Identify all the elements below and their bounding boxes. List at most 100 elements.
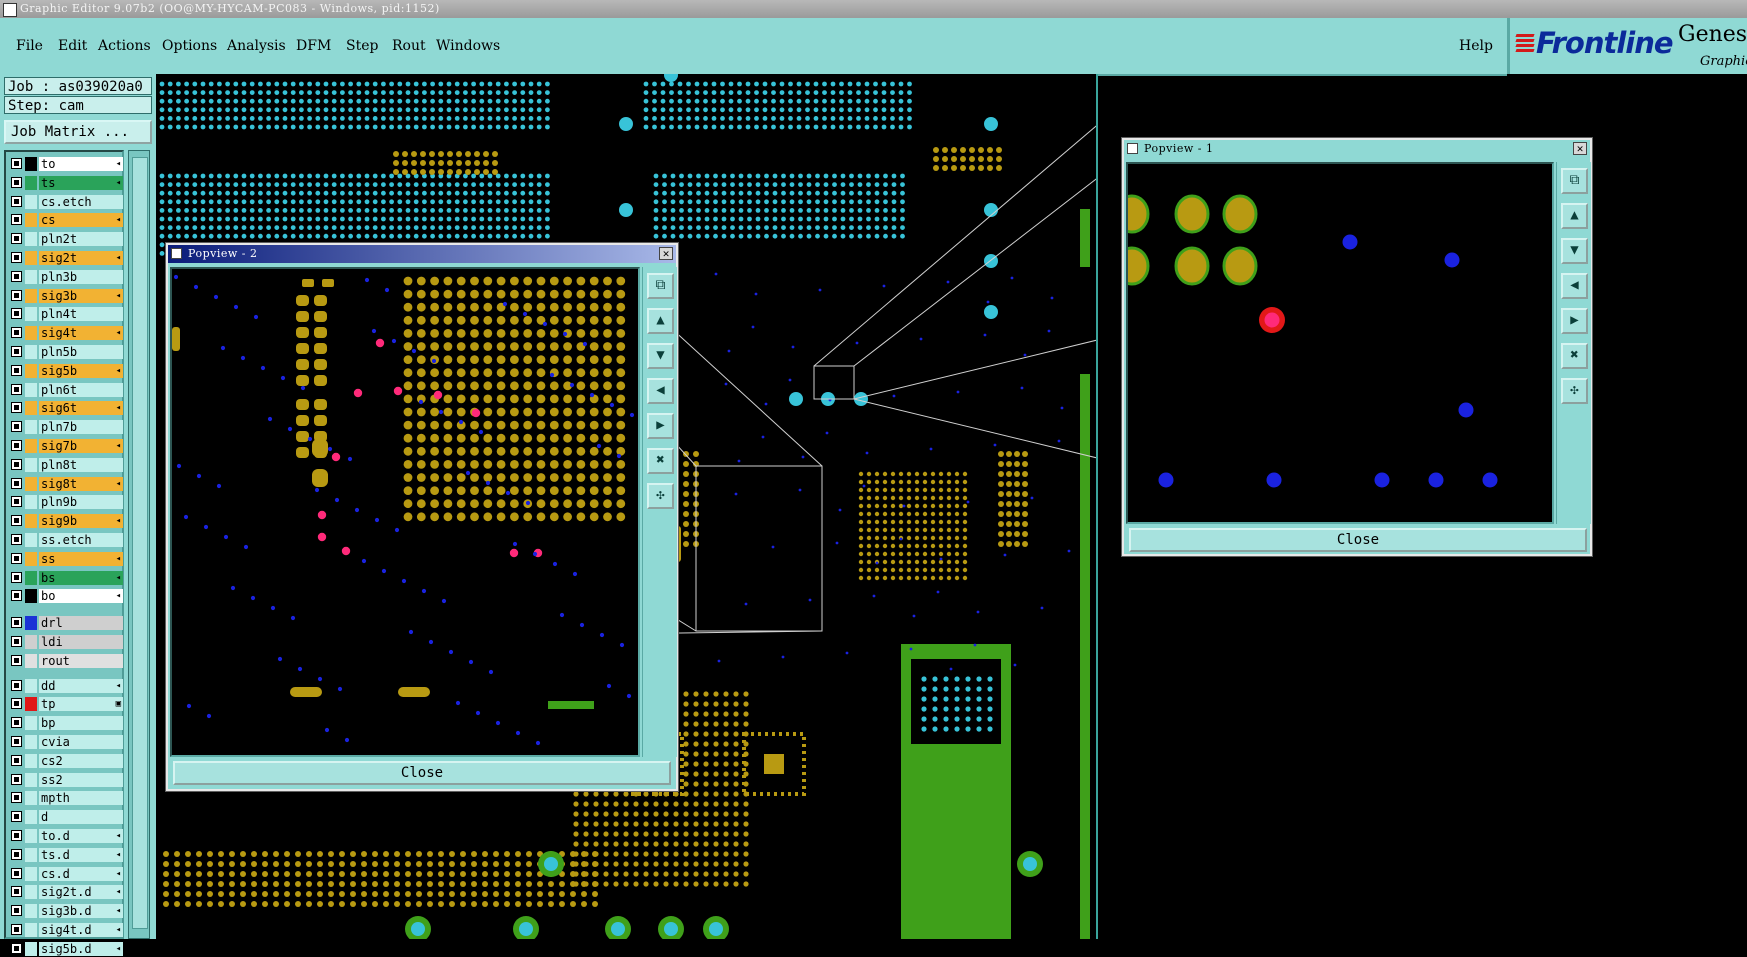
layer-checkbox[interactable] [11,905,22,917]
layer-checkbox[interactable] [11,402,22,414]
layer-row-ldi[interactable]: ldi [9,635,123,650]
menu-step[interactable]: Step [346,38,378,54]
layer-row-cs-etch[interactable]: cs.etch [9,194,123,210]
layer-list-scrollbar[interactable] [128,150,150,939]
layer-row-sig2t[interactable]: sig2t ◂ [9,251,123,266]
layer-row-to-d[interactable]: to.d ◂ [9,829,123,844]
menu-edit[interactable]: Edit [58,38,87,54]
layer-checkbox[interactable] [11,233,22,245]
zoom-fit-icon[interactable]: ⧉ [647,273,674,299]
layer-checkbox[interactable] [11,773,22,785]
popview-2-close-button[interactable]: Close [173,761,671,785]
layer-row-cs[interactable]: cs ◂ [9,213,123,228]
layer-checkbox[interactable] [11,552,22,564]
layer-name[interactable]: cs.etch [39,194,123,209]
pan-right-icon[interactable]: ▶ [647,413,674,439]
layer-checkbox[interactable] [11,308,22,320]
layer-row-sig5b-d[interactable]: sig5b.d ◂ [9,941,123,957]
layer-name[interactable]: pln2t [39,232,123,247]
layer-name[interactable]: drl [39,616,123,631]
layer-name[interactable]: pln3b [39,269,123,284]
layer-name[interactable]: bp [39,716,123,731]
pan-left-icon[interactable]: ◀ [647,378,674,404]
layer-name[interactable]: sig3b ◂ [39,288,123,303]
layer-row-pln8t[interactable]: pln8t [9,457,123,473]
popview-2-close-icon[interactable]: ✕ [659,247,673,260]
layer-checkbox[interactable] [11,252,22,263]
popview-1-close-button[interactable]: Close [1129,528,1587,552]
layer-row-sig4t-d[interactable]: sig4t.d ◂ [9,923,123,938]
popview-1-viewport[interactable] [1126,162,1554,524]
popview-2-window[interactable]: Popview - 2 ✕ ⧉ ▲ ▼ ◀ ▶ ✖ ✣ Close [165,242,679,792]
layer-name[interactable]: dd ◂ [39,678,123,693]
layer-row-bs[interactable]: bs ◂ [9,570,123,586]
layer-row-sig9b[interactable]: sig9b ◂ [9,514,123,529]
menu-actions[interactable]: Actions [98,38,151,54]
menu-analysis[interactable]: Analysis [227,38,286,54]
layer-name[interactable]: ldi [39,635,123,649]
layer-name[interactable]: sig4t ◂ [39,326,123,341]
layer-checkbox[interactable] [11,458,22,470]
menu-options[interactable]: Options [162,38,217,54]
layer-name[interactable]: cvia [39,735,123,749]
layer-name[interactable]: cs.d ◂ [39,866,123,881]
layer-name[interactable]: ss2 [39,772,123,787]
layer-checkbox[interactable] [11,886,22,898]
layer-name[interactable]: sig9b ◂ [39,514,123,529]
layer-checkbox[interactable] [11,942,22,954]
layer-name[interactable]: to.d ◂ [39,829,123,843]
layer-checkbox[interactable] [11,534,22,545]
pan-up-icon[interactable]: ▲ [1561,203,1588,229]
pan-left-icon[interactable]: ◀ [1561,273,1588,299]
layer-row-tp[interactable]: tp ▣ [9,697,123,712]
zoom-fit-icon[interactable]: ⧉ [1561,168,1588,194]
layer-name[interactable]: tp ▣ [39,697,123,712]
layer-row-pln7b[interactable]: pln7b [9,420,123,435]
layer-row-pln3b[interactable]: pln3b [9,269,123,285]
menu-help[interactable]: Help [1459,38,1493,54]
zoom-out-icon[interactable]: ✣ [647,483,674,509]
layer-checkbox[interactable] [11,717,22,729]
layer-row-ts-d[interactable]: ts.d ◂ [9,847,123,863]
layer-checkbox[interactable] [11,176,22,188]
menu-windows[interactable]: Windows [436,38,500,54]
layer-checkbox[interactable] [11,617,22,629]
layer-name[interactable]: sig8t ◂ [39,476,123,491]
layer-checkbox[interactable] [11,811,22,823]
layer-row-cs-d[interactable]: cs.d ◂ [9,866,123,882]
layer-checkbox[interactable] [11,736,22,747]
layer-row-pln6t[interactable]: pln6t [9,382,123,398]
layer-checkbox[interactable] [11,195,22,207]
zoom-in-icon[interactable]: ✖ [1561,343,1588,369]
layer-row-drl[interactable]: drl [9,616,123,631]
layer-row-ts[interactable]: ts ◂ [9,175,123,191]
layer-checkbox[interactable] [11,924,22,935]
popview-1-window[interactable]: Popview - 1 ✕ ⧉ ▲ ▼ ◀ ▶ ✖ ✣ Close [1121,137,1593,557]
layer-row-cvia[interactable]: cvia [9,735,123,750]
layer-row-pln9b[interactable]: pln9b [9,495,123,510]
layer-checkbox[interactable] [11,383,22,395]
layer-checkbox[interactable] [11,158,22,169]
menu-file[interactable]: File [16,38,43,54]
layer-row-dd[interactable]: dd ◂ [9,678,123,694]
pan-down-icon[interactable]: ▼ [1561,238,1588,264]
job-matrix-button[interactable]: Job Matrix ... [4,120,152,144]
layer-checkbox[interactable] [11,679,22,691]
zoom-out-icon[interactable]: ✣ [1561,378,1588,404]
layer-checkbox[interactable] [11,364,22,376]
layer-checkbox[interactable] [11,515,22,527]
layer-name[interactable]: pln8t [39,457,123,472]
layer-checkbox[interactable] [11,654,22,666]
popview-2-viewport[interactable] [170,267,640,757]
layer-checkbox[interactable] [11,270,22,282]
layer-checkbox[interactable] [11,214,22,226]
layer-name[interactable]: sig6t ◂ [39,401,123,416]
layer-name[interactable]: to ◂ [39,157,123,171]
layer-name[interactable]: bs ◂ [39,570,123,585]
layer-row-sig3b[interactable]: sig3b ◂ [9,288,123,304]
layer-row-to[interactable]: to ◂ [9,157,123,172]
zoom-in-icon[interactable]: ✖ [647,448,674,474]
layer-name[interactable]: pln6t [39,382,123,397]
layer-row-sig7b[interactable]: sig7b ◂ [9,439,123,454]
layer-row-pln4t[interactable]: pln4t [9,307,123,322]
